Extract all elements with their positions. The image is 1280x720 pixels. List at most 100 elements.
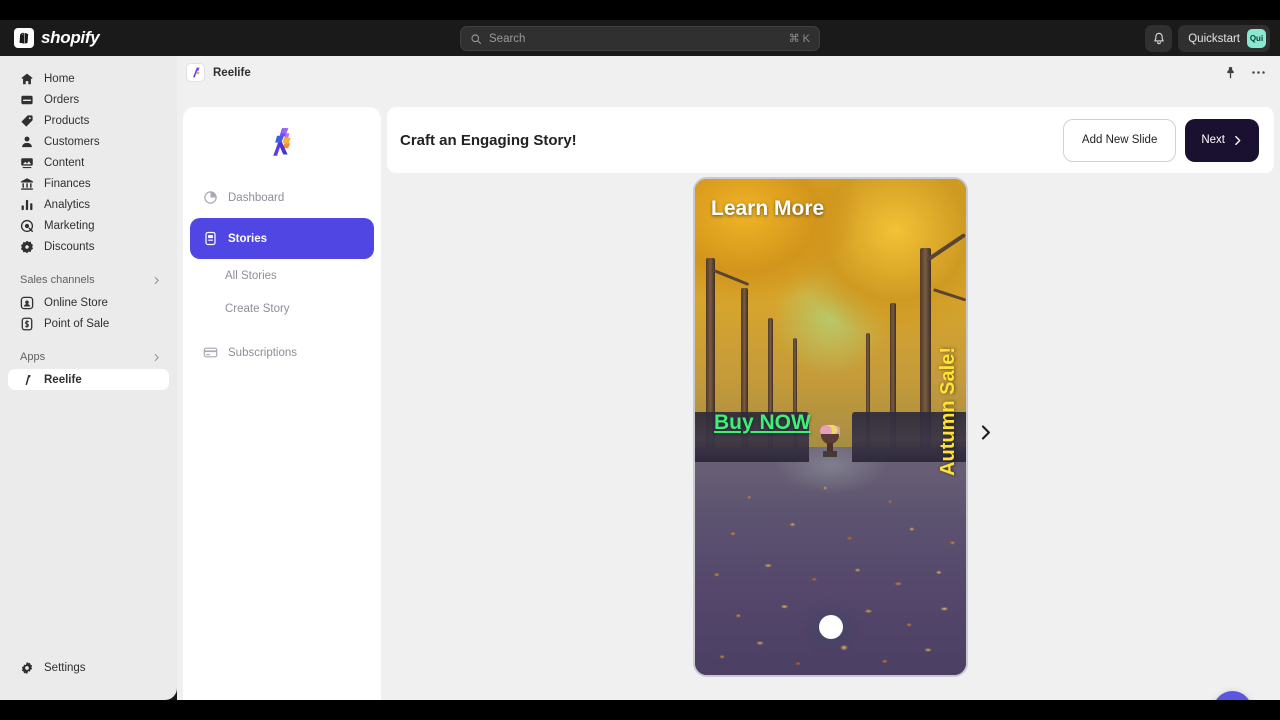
reelife-logo-icon [187,64,204,81]
shopify-sidebar: Home Orders Products Customers Content F… [0,56,177,700]
slide-dot[interactable] [818,615,843,639]
shopify-admin-window: shopify Search ⌘ K Quickstart Qui Home O… [0,20,1280,700]
app-sidebar-item-dashboard[interactable]: Dashboard [190,177,374,218]
learn-more-text[interactable]: Learn More [711,197,824,221]
autumn-sale-text[interactable]: Autumn Sale! [937,347,960,476]
sidebar-group-apps[interactable]: Apps [8,347,169,367]
shopping-bag-icon [14,28,34,48]
sidebar-item-home[interactable]: Home [8,68,169,89]
sidebar-item-finances[interactable]: Finances [8,173,169,194]
reelife-logo-icon [273,128,291,156]
sidebar-item-label: Content [44,156,85,169]
card-icon [203,347,218,358]
story-slide-preview[interactable]: Learn More Buy NOW Autumn Sale! [693,177,968,677]
sidebar-item-reelife[interactable]: Reelife [8,369,169,390]
bar-chart-icon [21,199,33,210]
carousel-next-arrow[interactable] [972,419,998,445]
app-sidebar-subitem-all-stories[interactable]: All Stories [190,259,374,292]
sidebar-item-label: Discounts [44,240,95,253]
sidebar-item-label: Home [44,72,75,85]
sidebar-item-label: Marketing [44,219,95,232]
online-store-icon [20,296,34,309]
bell-icon [1154,32,1164,44]
sidebar-item-label: Online Store [44,296,108,309]
app-sidebar-item-subscriptions[interactable]: Subscriptions [190,332,374,373]
app-sidebar-spacer [183,325,381,332]
sidebar-item-content[interactable]: Content [8,152,169,173]
orders-icon [21,95,33,104]
pin-icon [1226,67,1234,79]
app-sidebar: Dashboard Stories All Stories Create Sto… [183,107,381,700]
shopping-bag-icon-svg [19,32,29,44]
sidebar-item-online-store[interactable]: Online Store [8,292,169,313]
chevron-right-icon [981,424,990,440]
search-placeholder: Search [489,32,526,45]
pie-chart-icon [204,191,217,204]
stories-icon [205,231,216,246]
sidebar-item-label: Products [44,114,90,127]
buy-now-text[interactable]: Buy NOW [714,411,811,435]
more-options-button[interactable] [1246,61,1270,85]
top-bar-right: Quickstart Qui [1145,25,1270,52]
reelife-logo-svg [193,67,200,78]
app-sidebar-item-label: Subscriptions [228,346,298,359]
fallen-leaves [695,446,966,675]
slide-preview-stage: Learn More Buy NOW Autumn Sale! [387,177,1274,700]
story-editor-header: Craft an Engaging Story! Add New Slide N… [387,107,1274,173]
top-bar: shopify Search ⌘ K Quickstart Qui [0,20,1280,56]
app-sidebar-item-label: Dashboard [228,191,285,204]
app-sidebar-subitem-create-story[interactable]: Create Story [190,292,374,325]
app-main-panel: Craft an Engaging Story! Add New Slide N… [387,107,1274,700]
notifications-button[interactable] [1145,25,1173,52]
reelife-icon [25,374,31,385]
home-icon [21,73,33,84]
embedded-app-frame: Reelife Dashboard Stories All Stories Cr… [177,56,1280,700]
person-icon [22,136,32,147]
page-title: Craft an Engaging Story! [400,131,577,149]
app-titlebar: Reelife [177,56,1280,89]
ellipsis-icon [1251,71,1265,74]
sidebar-item-label: Customers [44,135,100,148]
sidebar-item-marketing[interactable]: Marketing [8,215,169,236]
bank-icon [21,177,33,190]
sidebar-item-discounts[interactable]: Discounts [8,236,169,257]
sidebar-group-sales-channels[interactable]: Sales channels [8,270,169,290]
flower-urn [819,424,840,457]
sidebar-item-label: Orders [44,93,80,106]
gear-icon [21,661,33,675]
megaphone-icon [20,219,34,232]
sidebar-item-label: Point of Sale [44,317,110,330]
sidebar-item-analytics[interactable]: Analytics [8,194,169,215]
app-sidebar-bottom-strip [183,686,381,700]
sidebar-item-label: Reelife [44,373,82,386]
sidebar-item-point-of-sale[interactable]: Point of Sale [8,313,169,334]
add-new-slide-button[interactable]: Add New Slide [1062,118,1177,162]
app-sidebar-subitem-label: Create Story [225,302,290,315]
search-shortcut: ⌘ K [788,33,810,45]
chevron-right-icon [1235,135,1241,145]
avatar: Qui [1247,29,1266,48]
sidebar-item-label: Settings [44,662,86,674]
next-button[interactable]: Next [1185,118,1259,162]
sidebar-item-orders[interactable]: Orders [8,89,169,110]
sidebar-item-settings[interactable]: Settings [0,661,177,675]
user-name: Quickstart [1188,32,1240,45]
search-input[interactable]: Search ⌘ K [460,26,820,51]
point-of-sale-icon [21,317,33,330]
app-sidebar-item-stories[interactable]: Stories [190,218,374,259]
chevron-right-icon [154,276,159,284]
sidebar-item-label: Finances [44,177,91,190]
add-new-slide-label: Add New Slide [1081,134,1158,146]
urn-base [822,450,837,457]
tag-icon [21,114,33,127]
app-sidebar-subitem-label: All Stories [225,269,277,282]
app-title: Reelife [213,66,251,79]
chevron-right-icon [154,353,159,361]
sidebar-item-customers[interactable]: Customers [8,131,169,152]
user-menu-button[interactable]: Quickstart Qui [1178,25,1270,52]
sidebar-item-products[interactable]: Products [8,110,169,131]
content-icon [21,157,33,168]
shopify-brand[interactable]: shopify [14,28,100,48]
sidebar-group-label: Apps [20,351,46,363]
pin-button[interactable] [1218,61,1242,85]
